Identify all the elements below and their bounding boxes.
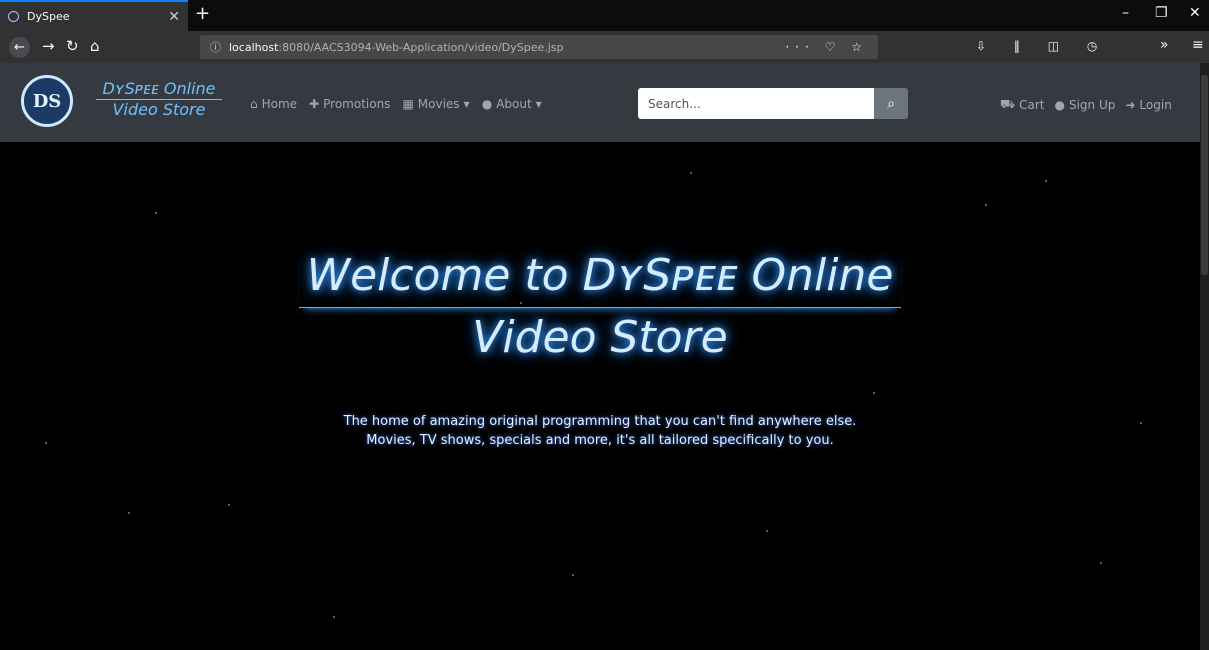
hero-section: Welcome to DʏSᴘᴇᴇ Online Video Store The… <box>0 142 1200 650</box>
hero-title-line1: Welcome to DʏSᴘᴇᴇ Online <box>298 250 902 308</box>
film-icon: ▦ <box>402 97 414 111</box>
account-menu: ⛟ Cart ● Sign Up ➜ Login <box>1000 97 1172 113</box>
info-icon: ● <box>481 97 493 111</box>
brand-line1: DʏSᴘᴇᴇ Online <box>96 79 222 100</box>
browser-tools: ⇩ ‖ ◫ ◷ <box>976 39 1109 53</box>
brand-line2: Video Store <box>112 100 206 119</box>
reload-icon[interactable]: ↻ <box>66 37 79 55</box>
star <box>1100 562 1102 564</box>
favicon-icon <box>8 11 19 22</box>
window-close-icon[interactable]: ✕ <box>1189 5 1201 21</box>
star <box>333 616 335 618</box>
chevron-down-icon: ▼ <box>463 99 470 109</box>
browser-tab[interactable]: DySpee ✕ <box>0 0 188 31</box>
home-icon: ⌂ <box>250 97 258 111</box>
nav-about[interactable]: ● About ▼ <box>482 97 542 111</box>
search-form: ⌕ <box>638 88 908 119</box>
nav-movies[interactable]: ▦ Movies ▼ <box>402 97 469 111</box>
star <box>572 574 574 576</box>
star <box>690 172 692 174</box>
nav-cart[interactable]: ⛟ Cart <box>1000 97 1044 113</box>
nav-promotions[interactable]: ✚ Promotions <box>309 97 390 111</box>
browser-toolbar: ← → ↻ ⌂ ⓘ localhost :8080/AACS3094-Web-A… <box>0 31 1209 63</box>
site-logo[interactable]: DS <box>21 75 73 127</box>
cart-icon: ⛟ <box>1000 97 1016 111</box>
brand-name[interactable]: DʏSᴘᴇᴇ Online Video Store <box>96 79 222 119</box>
nav-home-label: Home <box>261 97 298 111</box>
user-icon: ● <box>1054 98 1065 112</box>
home-browser-icon[interactable]: ⌂ <box>90 37 100 55</box>
page-actions-icon[interactable]: ··· <box>785 40 814 54</box>
tagline-line2: Movies, TV shows, specials and more, it'… <box>366 433 834 448</box>
main-menu: ⌂ Home ✚ Promotions ▦ Movies ▼ ● About ▼ <box>250 97 542 111</box>
chevron-down-icon: ▼ <box>535 99 542 109</box>
star <box>228 504 230 506</box>
menu-icon[interactable]: ≡ <box>1192 37 1204 53</box>
search-input[interactable] <box>638 88 874 119</box>
url-actions: ··· ♡ ☆ <box>785 40 868 54</box>
site-navbar: DS DʏSᴘᴇᴇ Online Video Store ⌂ Home ✚ Prom… <box>0 63 1200 142</box>
page-scrollbar[interactable] <box>1200 63 1209 650</box>
tab-title: DySpee <box>27 10 70 23</box>
url-path: :8080/AACS3094-Web-Application/video/DyS… <box>278 40 564 54</box>
library-icon[interactable]: ‖ <box>1014 39 1032 53</box>
star <box>766 530 768 532</box>
url-host: localhost <box>229 40 279 54</box>
site-info-icon[interactable]: ⓘ <box>210 39 221 55</box>
login-icon: ➜ <box>1125 98 1136 112</box>
search-icon: ⌕ <box>887 95 895 112</box>
pocket-icon[interactable]: ♡ <box>825 40 842 54</box>
nav-login[interactable]: ➜ Login <box>1125 97 1171 113</box>
tagline-line1: The home of amazing original programming… <box>343 414 857 429</box>
star <box>873 392 875 394</box>
bookmark-star-icon[interactable]: ☆ <box>851 40 868 54</box>
nav-signup[interactable]: ● Sign Up <box>1054 97 1115 113</box>
close-tab-icon[interactable]: ✕ <box>168 9 180 25</box>
hero-title-line2: Video Store <box>472 312 728 363</box>
star <box>155 212 157 214</box>
forward-icon[interactable]: → <box>42 37 55 55</box>
star <box>985 204 987 206</box>
restore-icon[interactable]: ❐ <box>1155 5 1168 21</box>
overflow-icon[interactable]: » <box>1160 37 1169 53</box>
hero-tagline: The home of amazing original programming… <box>0 412 1200 450</box>
hero-title: Welcome to DʏSᴘᴇᴇ Online Video Store <box>0 250 1200 363</box>
nav-login-label: Login <box>1139 98 1172 112</box>
star <box>128 512 130 514</box>
nav-about-label: About <box>496 97 532 111</box>
nav-home[interactable]: ⌂ Home <box>250 97 297 111</box>
back-icon[interactable]: ← <box>9 37 30 58</box>
history-icon[interactable]: ◷ <box>1087 39 1109 53</box>
sidebar-icon[interactable]: ◫ <box>1048 39 1071 53</box>
gift-icon: ✚ <box>309 97 320 111</box>
scrollbar-thumb[interactable] <box>1201 75 1208 275</box>
search-button[interactable]: ⌕ <box>874 88 908 119</box>
browser-tab-bar: DySpee ✕ + – ❐ ✕ <box>0 0 1209 31</box>
nav-promotions-label: Promotions <box>323 97 391 111</box>
new-tab-icon[interactable]: + <box>195 3 210 24</box>
address-bar[interactable]: ⓘ localhost :8080/AACS3094-Web-Applicati… <box>200 35 878 59</box>
downloads-icon[interactable]: ⇩ <box>976 39 998 53</box>
nav-signup-label: Sign Up <box>1068 98 1116 112</box>
nav-movies-label: Movies <box>417 97 460 111</box>
minimize-icon[interactable]: – <box>1122 5 1129 21</box>
star <box>1045 180 1047 182</box>
nav-cart-label: Cart <box>1019 98 1045 112</box>
